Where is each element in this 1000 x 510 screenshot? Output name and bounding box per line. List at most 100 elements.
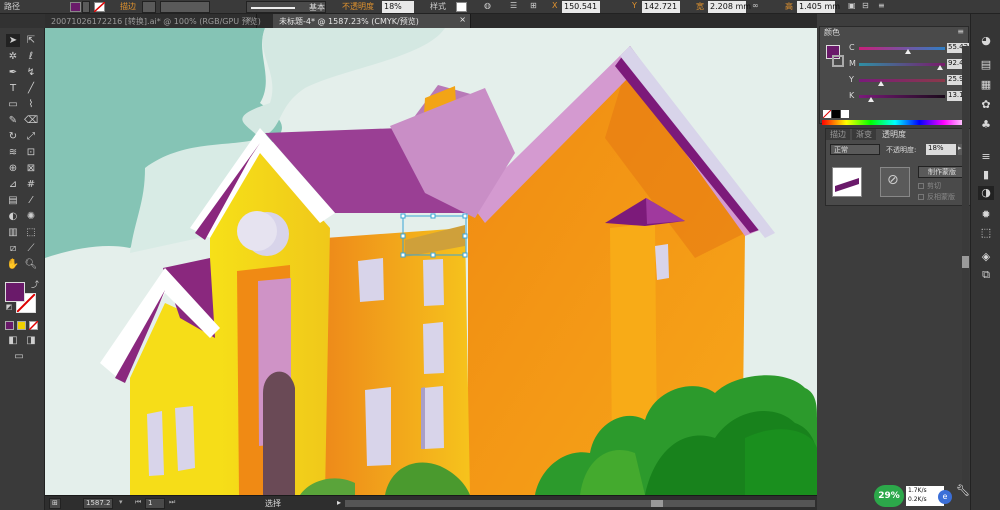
lasso-icon[interactable]: ℓ	[24, 50, 38, 63]
scrollbar-thumb[interactable]	[962, 256, 969, 268]
eyedropper-tool-icon[interactable]: ⁄	[24, 194, 38, 207]
gradient-mode-icon[interactable]	[17, 321, 26, 330]
draw-inside-icon[interactable]: ◨	[24, 334, 38, 347]
color-mode-icon[interactable]	[5, 321, 14, 330]
selection-tool-icon[interactable]: ➤	[6, 34, 20, 47]
rotate-tool-icon[interactable]: ↻	[6, 130, 20, 143]
artboards-icon[interactable]: ⧉	[978, 268, 994, 282]
shape-builder-icon[interactable]: ⊕	[6, 162, 20, 175]
height-field[interactable]: 1.405 mm	[797, 1, 840, 13]
magic-wand-icon[interactable]: ✲	[6, 50, 20, 63]
scrollbar-thumb[interactable]	[651, 500, 663, 507]
scale-tool-icon[interactable]: ⤢	[24, 130, 38, 143]
magenta-slider-thumb[interactable]	[937, 65, 943, 70]
object-thumbnail[interactable]	[832, 167, 862, 197]
color-panel-tab[interactable]: 颜色	[820, 27, 844, 38]
stroke-panel-icon[interactable]: ≡	[978, 150, 994, 164]
draw-mode-icon[interactable]: ◧	[6, 334, 20, 347]
first-artboard-icon[interactable]: ⏮	[133, 498, 143, 509]
stroke-swatch[interactable]	[832, 55, 844, 67]
menu-icon[interactable]: ≡	[878, 1, 885, 10]
status-arrow-icon[interactable]: ▸	[337, 498, 341, 507]
swap-fill-stroke-icon[interactable]: ⤴	[28, 278, 42, 291]
pencil-tool-icon[interactable]: ✎	[6, 114, 20, 127]
swatches-icon[interactable]: ▦	[978, 78, 994, 92]
transform-icon[interactable]: ⊞	[530, 1, 537, 10]
line-tool-icon[interactable]: ╱	[24, 82, 38, 95]
width-field[interactable]: 2.208 mm	[708, 1, 751, 13]
artboard-nav-icon[interactable]: ⊞	[49, 498, 61, 509]
blend-mode-dropdown[interactable]: 正常	[830, 144, 880, 155]
eraser-tool-icon[interactable]: ⌫	[24, 114, 38, 127]
color-guide-icon[interactable]: ▤	[978, 58, 994, 72]
invert-mask-checkbox[interactable]	[918, 194, 924, 200]
blend-tool-icon[interactable]: ◐	[6, 210, 20, 223]
zoom-tool-icon[interactable]: 🔍︎	[24, 258, 38, 271]
appearance-icon[interactable]: ✹	[978, 208, 994, 222]
opacity-label[interactable]: 不透明度	[342, 1, 374, 12]
variable-width-dropdown[interactable]	[160, 1, 210, 13]
brushes-icon[interactable]: ✿	[978, 98, 994, 112]
symbols-icon[interactable]: ♣	[978, 118, 994, 132]
brush-definition-dropdown[interactable]: 基本	[246, 1, 326, 13]
page-field[interactable]: 1	[145, 498, 165, 509]
transparency-panel-icon[interactable]: ◑	[978, 186, 994, 200]
make-mask-button[interactable]: 制作蒙版	[918, 166, 966, 178]
curvature-tool-icon[interactable]: ↯	[24, 66, 38, 79]
style-swatch[interactable]	[456, 2, 467, 12]
x-field[interactable]: 150.541	[562, 1, 600, 13]
tab-document-2[interactable]: 未标题-4* @ 1587.23% (CMYK/预览) ×	[273, 14, 471, 28]
fill-swatch[interactable]	[70, 2, 81, 12]
direct-selection-tool-icon[interactable]: ⇱	[24, 34, 38, 47]
stroke-swatch[interactable]	[94, 2, 105, 12]
recolor-icon[interactable]: ◍	[484, 1, 491, 10]
tab-gradient[interactable]: 渐变	[852, 129, 876, 140]
color-spectrum[interactable]	[822, 120, 968, 125]
clip-checkbox[interactable]	[918, 183, 924, 189]
vertical-scrollbar[interactable]	[962, 46, 969, 494]
default-colors-icon[interactable]: ◩	[2, 301, 16, 314]
perspective-grid-icon[interactable]: ⊿	[6, 178, 20, 191]
stroke-label[interactable]: 描边	[120, 1, 136, 12]
screen-mode-icon[interactable]: ▭	[12, 350, 26, 363]
cyan-slider-thumb[interactable]	[905, 49, 911, 54]
graphic-styles-icon[interactable]: ⬚	[978, 226, 994, 240]
cpu-usage-badge[interactable]: 29%	[874, 485, 904, 507]
opacity-field[interactable]: 18%	[382, 1, 414, 13]
yellow-slider[interactable]	[859, 79, 945, 82]
last-artboard-icon[interactable]: ⏭	[167, 498, 177, 509]
opacity-field[interactable]: 18%	[926, 144, 956, 155]
tab-document-1[interactable]: 20071026172216 [转换].ai* @ 100% (RGB/GPU …	[45, 14, 261, 28]
paintbrush-tool-icon[interactable]: ⌇	[24, 98, 38, 111]
gradient-panel-icon[interactable]: ▮	[978, 168, 994, 182]
arrange-icon[interactable]: ⊟	[862, 1, 869, 10]
yellow-slider-thumb[interactable]	[878, 81, 884, 86]
mask-thumbnail[interactable]: ⊘	[880, 167, 910, 197]
slice-select-icon[interactable]: ⟋	[24, 242, 38, 255]
stroke-weight-field[interactable]	[142, 1, 156, 13]
hand-tool-icon[interactable]: ✋	[6, 258, 20, 271]
free-transform-icon[interactable]: ⊡	[24, 146, 38, 159]
y-field[interactable]: 142.721	[642, 1, 680, 13]
fill-dropdown[interactable]	[82, 1, 90, 13]
color-panel-icon[interactable]: ◕	[978, 34, 994, 48]
layers-icon[interactable]: ◈	[978, 250, 994, 264]
magenta-slider[interactable]	[859, 63, 945, 66]
tab-transparency[interactable]: 透明度	[878, 129, 910, 140]
wrench-icon[interactable]: 🔧︎	[956, 484, 970, 497]
white-swatch[interactable]	[841, 110, 849, 118]
panel-menu-icon[interactable]: ≡	[957, 27, 964, 36]
type-tool-icon[interactable]: T	[6, 82, 20, 95]
tab-stroke[interactable]: 描边	[826, 129, 850, 140]
mesh-tool-icon[interactable]: #	[24, 178, 38, 191]
close-icon[interactable]: ×	[245, 15, 252, 24]
cyan-slider[interactable]	[859, 47, 945, 50]
none-swatch[interactable]	[823, 110, 831, 118]
live-paint-icon[interactable]: ⊠	[24, 162, 38, 175]
slice-tool-icon[interactable]: ⧄	[6, 242, 20, 255]
black-swatch[interactable]	[832, 110, 840, 118]
symbol-sprayer-icon[interactable]: ✺	[24, 210, 38, 223]
link-icon[interactable]: ∞	[752, 1, 759, 10]
rectangle-tool-icon[interactable]: ▭	[6, 98, 20, 111]
align-icon[interactable]: ☰	[510, 1, 517, 10]
